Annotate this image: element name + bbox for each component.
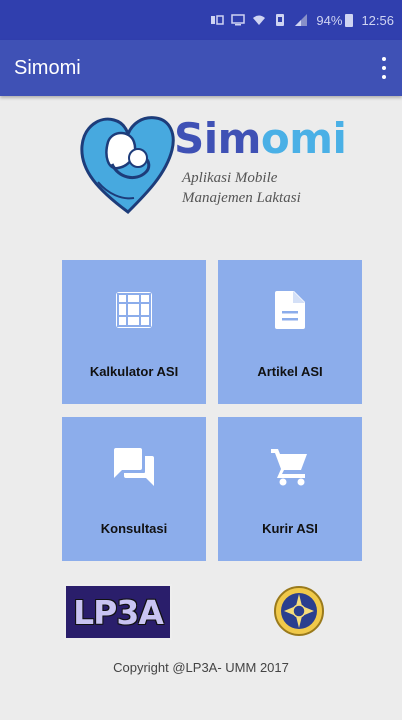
lp3a-logo-text: LP3A (73, 592, 164, 632)
simomi-logo: Simomi Aplikasi Mobile Manajemen Laktasi (78, 112, 358, 222)
grid-icon (116, 292, 152, 328)
wifi-icon (253, 15, 266, 25)
logo-tagline: Aplikasi Mobile Manajemen Laktasi (182, 168, 362, 208)
kalkulator-asi-button[interactable]: Kalkulator ASI (62, 260, 206, 404)
tile-label: Konsultasi (100, 521, 168, 536)
document-icon (275, 291, 305, 329)
tile-label: Kurir ASI (262, 521, 318, 536)
kurir-asi-button[interactable]: Kurir ASI (218, 417, 362, 561)
cart-icon (271, 449, 307, 486)
screen-cast-icon (231, 14, 246, 26)
app-title: Simomi (14, 56, 81, 79)
konsultasi-button[interactable]: Konsultasi (62, 417, 206, 561)
copyright-text: Copyright @LP3A- UMM 2017 (113, 660, 289, 675)
tagline-line-2: Manajemen Laktasi (182, 190, 301, 206)
logo-wordmark: Simomi (174, 114, 347, 163)
more-options-icon[interactable] (380, 57, 388, 79)
battery-percent: 94% (316, 12, 343, 28)
status-icons (210, 14, 308, 26)
signal-icon (295, 14, 308, 26)
mother-baby-heart-icon (80, 116, 175, 214)
app-bar: Simomi (0, 40, 402, 96)
nfc-icon (211, 15, 225, 25)
artikel-asi-button[interactable]: Artikel ASI (218, 260, 362, 404)
tile-label: Artikel ASI (257, 364, 323, 379)
lp3a-logo: LP3A (64, 584, 172, 640)
data-icon (276, 14, 285, 26)
battery-indicator: 94% (316, 12, 354, 28)
clock: 12:56 (361, 12, 394, 28)
menu-grid: Kalkulator ASI Artikel ASI Konsultasi Ku… (62, 260, 362, 562)
tagline-line-1: Aplikasi Mobile (182, 170, 278, 186)
umm-emblem-icon (274, 586, 324, 636)
status-bar: 94% 12:56 (0, 0, 402, 40)
chat-icon (114, 448, 154, 486)
tile-label: Kalkulator ASI (89, 364, 179, 379)
battery-icon (345, 13, 354, 27)
